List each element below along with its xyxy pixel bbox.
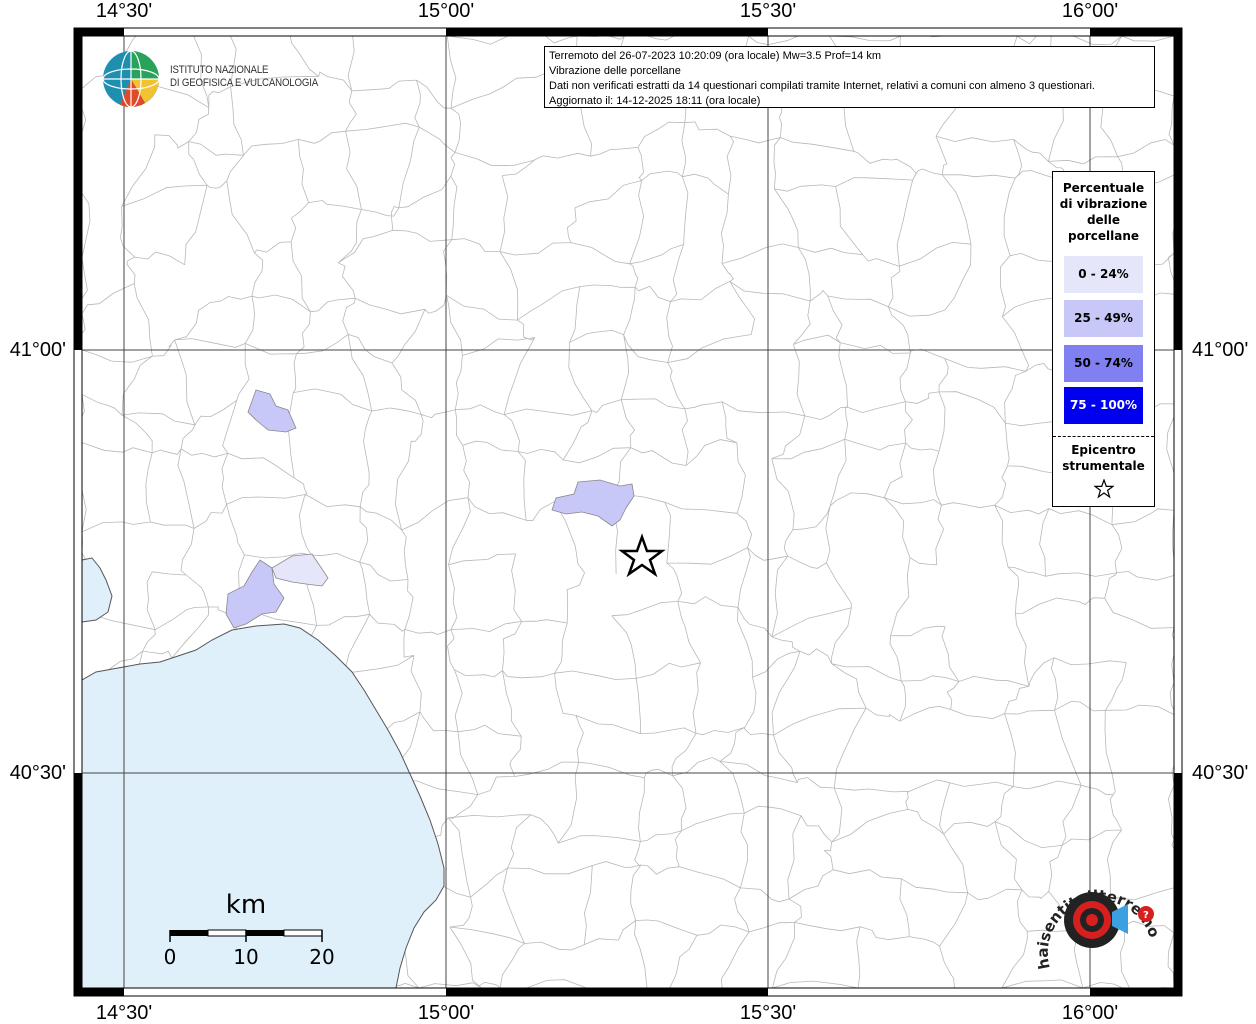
legend-epicenter-line-1: Epicentro — [1071, 443, 1136, 457]
legend-epicenter-line-2: strumentale — [1062, 459, 1145, 473]
legend-title-line-2: di vibrazione — [1059, 197, 1148, 211]
hai-sentito-il-terremoto-logo: haisentitoilterremoto.it ? — [1030, 868, 1163, 971]
lon-label-top-3: 15°30' — [739, 0, 797, 22]
legend-title-line-3: delle — [1086, 213, 1121, 227]
scale-tick-20: 20 — [309, 945, 335, 969]
legend-title-line-1: Percentuale — [1062, 181, 1145, 195]
lon-label-bottom-3: 15°30' — [739, 1002, 797, 1024]
lat-label-right-2: 40°30' — [1192, 762, 1249, 784]
legend-epicenter-label: Epicentro strumentale — [1053, 442, 1154, 474]
legend-star-icon — [1094, 479, 1114, 499]
logo-line-2: DI GEOFISICA E VULCANOLOGIA — [170, 77, 319, 89]
lon-label-bottom-2: 15°00' — [417, 1002, 475, 1024]
map-subject: Vibrazione delle porcellane — [549, 65, 681, 77]
lon-label-bottom-1: 14°30' — [95, 1002, 153, 1024]
update-timestamp: Aggiornato il: 14-12-2025 18:11 (ora loc… — [549, 95, 761, 107]
ingv-logo-text: ISTITUTO NAZIONALE DI GEOFISICA E VULCAN… — [170, 64, 318, 90]
data-note: Dati non verificati estratti da 14 quest… — [549, 80, 1095, 92]
lat-label-left-1: 41°00' — [9, 339, 66, 361]
event-info-box: Terremoto del 26-07-2023 10:20:09 (ora l… — [544, 46, 1155, 108]
legend-title-line-4: porcellane — [1067, 229, 1139, 243]
scale-tick-0: 0 — [163, 945, 177, 969]
legend-separator — [1053, 436, 1154, 437]
lon-label-top-2: 15°00' — [417, 0, 475, 22]
legend-item-25-49: 25 - 49% — [1064, 300, 1143, 337]
lat-label-left-2: 40°30' — [9, 762, 66, 784]
scale-tick-10: 10 — [233, 945, 259, 969]
logo-line-1: ISTITUTO NAZIONALE — [170, 64, 269, 76]
svg-text:?: ? — [1143, 910, 1149, 921]
legend-item-75-100: 75 - 100% — [1064, 387, 1143, 424]
lon-label-bottom-4: 16°00' — [1061, 1002, 1119, 1024]
lon-label-top-1: 14°30' — [95, 0, 153, 22]
lat-label-right-1: 41°00' — [1192, 339, 1249, 361]
lon-label-top-4: 16°00' — [1061, 0, 1119, 22]
legend-item-50-74: 50 - 74% — [1064, 345, 1143, 382]
legend-title: Percentuale di vibrazione delle porcella… — [1053, 180, 1154, 244]
legend-item-0-24: 0 - 24% — [1064, 256, 1143, 293]
event-title: Terremoto del 26-07-2023 10:20:09 (ora l… — [549, 50, 882, 62]
legend: Percentuale di vibrazione delle porcella… — [1052, 171, 1155, 507]
scale-unit-label: km — [225, 890, 267, 920]
